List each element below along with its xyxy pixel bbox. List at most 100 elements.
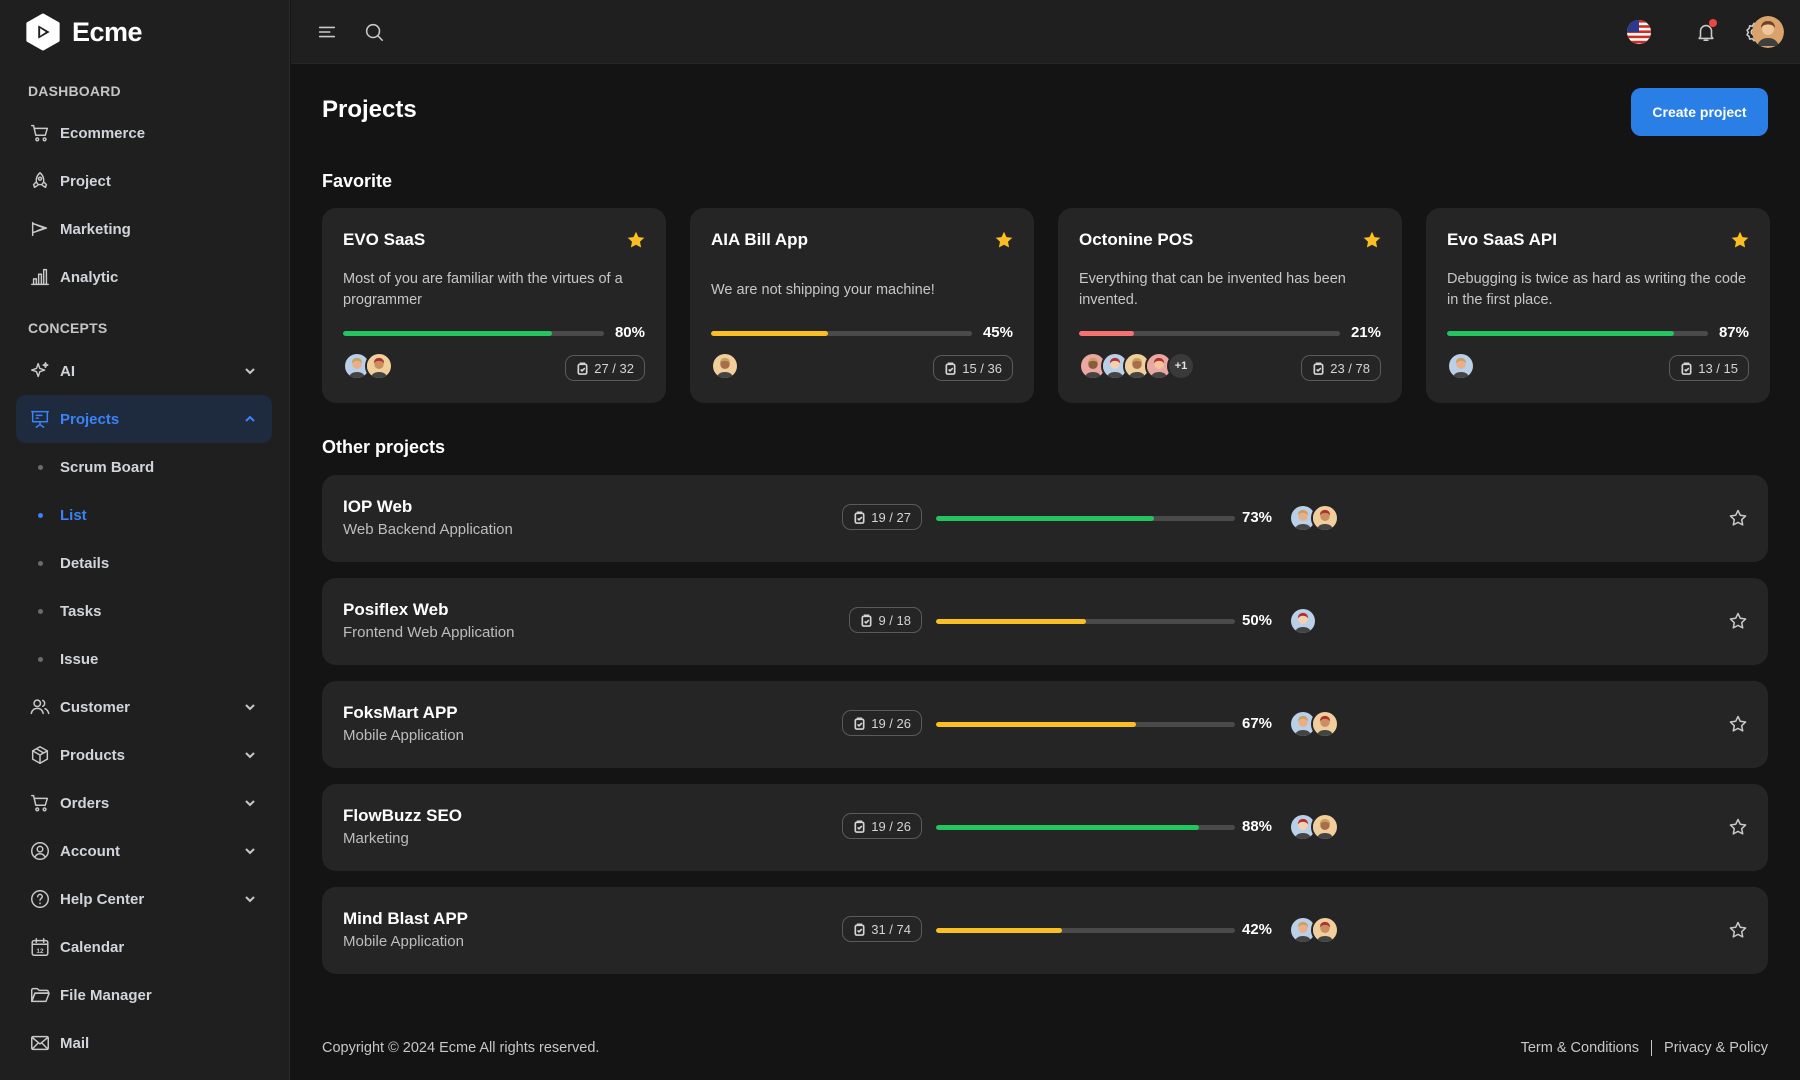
member-avatar [1289, 607, 1317, 635]
sidebar-subitem-issue[interactable]: Issue [16, 635, 272, 683]
progress-fill [936, 722, 1137, 727]
privacy-link[interactable]: Privacy & Policy [1664, 1040, 1768, 1056]
project-name[interactable]: IOP Web [343, 497, 412, 517]
favorite-project-card[interactable]: Octonine POS Everything that can be inven… [1058, 208, 1402, 403]
star-filled-icon[interactable] [994, 230, 1014, 250]
chevron-down-icon [242, 747, 258, 763]
task-count-badge: 31 / 74 [842, 916, 922, 942]
users-icon [28, 695, 52, 719]
sidebar-item-marketing[interactable]: Marketing [16, 205, 272, 253]
bullet-dot [38, 513, 43, 518]
sidebar-item-mail[interactable]: Mail [16, 1019, 272, 1067]
project-row[interactable]: IOP Web Web Backend Application 19 / 27 73% [322, 475, 1768, 562]
project-row[interactable]: FoksMart APP Mobile Application 19 / 26 67% [322, 681, 1768, 768]
section-concepts: CONCEPTS [28, 320, 108, 336]
project-row[interactable]: Posiflex Web Frontend Web Application 9 / … [322, 578, 1768, 665]
sidebar-item-analytic[interactable]: Analytic [16, 253, 272, 301]
favorite-project-card[interactable]: AIA Bill App We are not shipping your mac… [690, 208, 1034, 403]
user-avatar[interactable] [1752, 16, 1784, 48]
copyright-text: Copyright © 2024 Ecme All rights reserve… [322, 1040, 600, 1056]
chevron-down-icon [242, 891, 258, 907]
sidebar-item-help-center[interactable]: Help Center [16, 875, 272, 923]
project-category: Mobile Application [343, 933, 464, 950]
progress-fill [936, 619, 1086, 624]
sidebar-item-ecommerce[interactable]: Ecommerce [16, 109, 272, 157]
us-flag-icon[interactable] [1626, 19, 1652, 45]
folder-icon [28, 983, 52, 1007]
progress-percent: 45% [982, 324, 1013, 341]
clipboard-check-icon [854, 717, 865, 730]
member-avatars [1289, 504, 1339, 532]
project-category: Frontend Web Application [343, 624, 515, 641]
logo[interactable]: Ecme [24, 12, 143, 52]
sidebar-item-orders[interactable]: Orders [16, 779, 272, 827]
star-outline-icon[interactable] [1728, 611, 1748, 631]
sidebar-item-label: Tasks [60, 602, 102, 620]
sidebar-subitem-list[interactable]: List [16, 491, 272, 539]
progress-fill [936, 825, 1200, 830]
notification-dot [1709, 19, 1717, 27]
sidebar-item-file-manager[interactable]: File Manager [16, 971, 272, 1019]
sidebar-item-customer[interactable]: Customer [16, 683, 272, 731]
bullet-dot [38, 609, 43, 614]
project-name[interactable]: FlowBuzz SEO [343, 806, 462, 826]
sidebar-item-ai[interactable]: AI [16, 347, 272, 395]
sidebar-item-project[interactable]: Project [16, 157, 272, 205]
sidebar-item-calendar[interactable]: 12 Calendar [16, 923, 272, 971]
rocket-icon [28, 169, 52, 193]
project-name[interactable]: AIA Bill App [711, 230, 808, 250]
sidebar-item-products[interactable]: Products [16, 731, 272, 779]
project-row[interactable]: Mind Blast APP Mobile Application 31 / 74 4… [322, 887, 1768, 974]
sidebar-item-projects[interactable]: Projects [16, 395, 272, 443]
task-count-badge: 9 / 18 [849, 607, 922, 633]
more-members-badge: +1 [1167, 352, 1195, 380]
sidebar-item-label: AI [60, 362, 75, 380]
progress-percent: 80% [614, 324, 645, 341]
sidebar-item-account[interactable]: Account [16, 827, 272, 875]
menu-icon[interactable] [315, 20, 339, 44]
search-icon[interactable] [362, 20, 386, 44]
star-outline-icon[interactable] [1728, 508, 1748, 528]
progress-bar [711, 331, 972, 336]
chevron-up-icon [242, 411, 258, 427]
star-filled-icon[interactable] [1362, 230, 1382, 250]
create-project-button[interactable]: Create project [1631, 88, 1768, 136]
member-avatar [1311, 813, 1339, 841]
logo-icon [26, 13, 60, 51]
bar-chart-icon [28, 265, 52, 289]
terms-link[interactable]: Term & Conditions [1521, 1040, 1639, 1056]
section-dashboard: DASHBOARD [28, 83, 121, 99]
progress-percent: 42% [1242, 921, 1273, 938]
project-name[interactable]: FoksMart APP [343, 703, 458, 723]
favorite-project-card[interactable]: EVO SaaS Most of you are familiar with th… [322, 208, 666, 403]
favorite-project-card[interactable]: Evo SaaS API Debugging is twice as hard a… [1426, 208, 1770, 403]
progress-fill [711, 331, 829, 336]
sparkle-icon [28, 359, 52, 383]
star-outline-icon[interactable] [1728, 817, 1748, 837]
star-outline-icon[interactable] [1728, 920, 1748, 940]
project-name[interactable]: Octonine POS [1079, 230, 1193, 250]
star-outline-icon[interactable] [1728, 714, 1748, 734]
project-name[interactable]: Mind Blast APP [343, 909, 468, 929]
project-name[interactable]: Evo SaaS API [1447, 230, 1557, 250]
project-name[interactable]: Posiflex Web [343, 600, 449, 620]
sidebar-item-label: Issue [60, 650, 99, 668]
sidebar-item-label: Help Center [60, 890, 145, 908]
sidebar-item-label: Analytic [60, 268, 119, 286]
sidebar-subitem-tasks[interactable]: Tasks [16, 587, 272, 635]
sidebar-subitem-details[interactable]: Details [16, 539, 272, 587]
bell-icon[interactable] [1694, 19, 1718, 44]
project-name[interactable]: EVO SaaS [343, 230, 425, 250]
project-row[interactable]: FlowBuzz SEO Marketing 19 / 26 88% [322, 784, 1768, 871]
favorite-section-title: Favorite [322, 171, 393, 191]
project-category: Marketing [343, 830, 409, 847]
sidebar-item-label: Products [60, 746, 126, 764]
presentation-icon [28, 407, 52, 431]
star-filled-icon[interactable] [626, 230, 646, 250]
star-filled-icon[interactable] [1730, 230, 1750, 250]
progress-percent: 88% [1242, 818, 1273, 835]
task-count-badge: 23 / 78 [1301, 355, 1381, 381]
sidebar-subitem-scrum-board[interactable]: Scrum Board [16, 443, 272, 491]
progress-fill [1447, 331, 1675, 336]
progress-fill [936, 516, 1155, 521]
